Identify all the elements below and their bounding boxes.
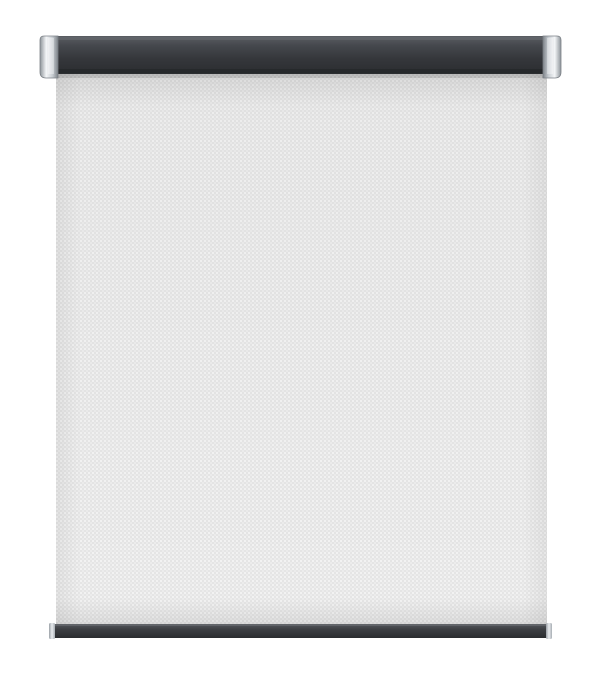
bottom-rail xyxy=(49,623,552,639)
cassette-headrail xyxy=(50,36,550,78)
roller-blind-illustration xyxy=(39,35,562,639)
right-end-cap-icon xyxy=(542,35,562,79)
left-end-cap-icon xyxy=(39,35,59,79)
fabric-panel xyxy=(56,74,547,626)
roller-blind-scene xyxy=(0,0,601,700)
